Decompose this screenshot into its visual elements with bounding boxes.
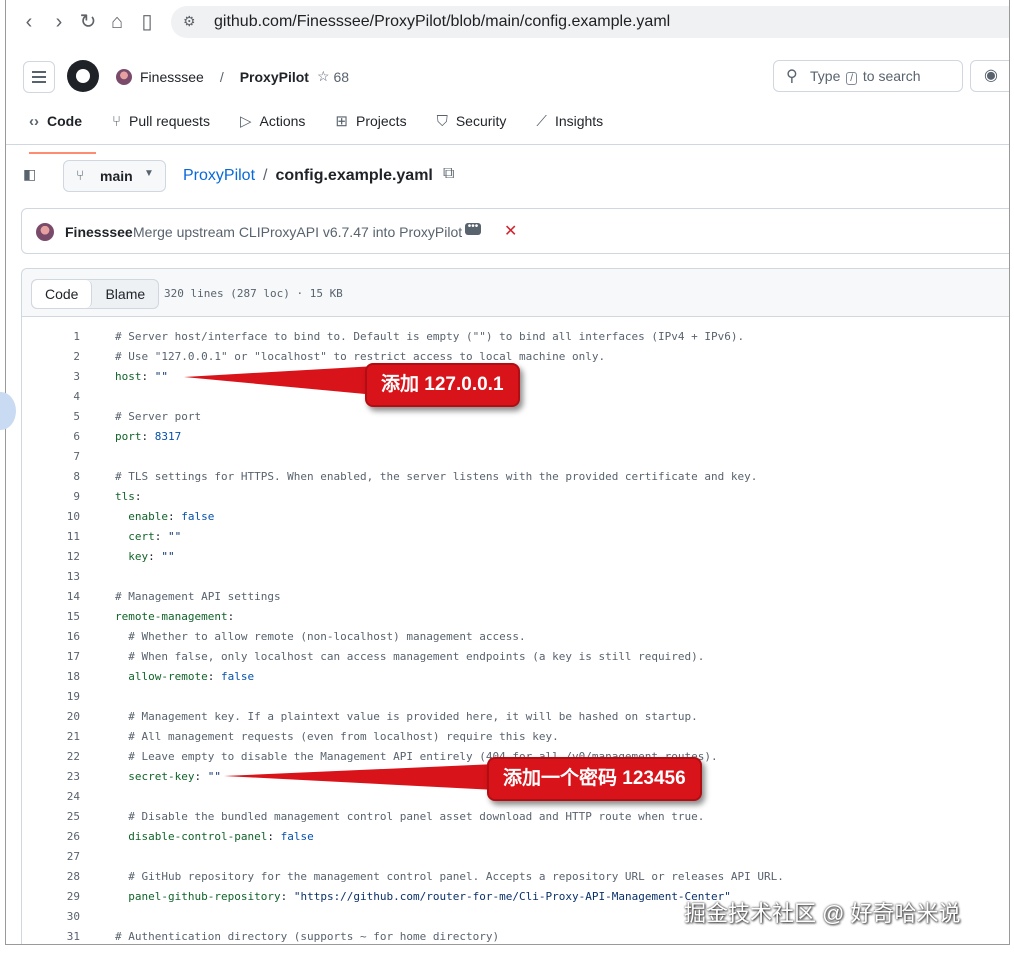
callout-secret-key: 添加一个密码 123456 xyxy=(487,757,702,801)
annotation-arrows xyxy=(184,366,496,790)
arrow-host xyxy=(184,366,376,395)
browser-window: ‹ › ↻ ⌂ ▯ ⚙ github.com/Finesssee/ProxyPi… xyxy=(5,0,1010,945)
arrow-secret-key xyxy=(224,764,496,790)
callout-host: 添加 127.0.0.1 xyxy=(365,363,520,407)
watermark-text: 掘金技术社区 @ 好奇哈米说 xyxy=(684,901,961,926)
